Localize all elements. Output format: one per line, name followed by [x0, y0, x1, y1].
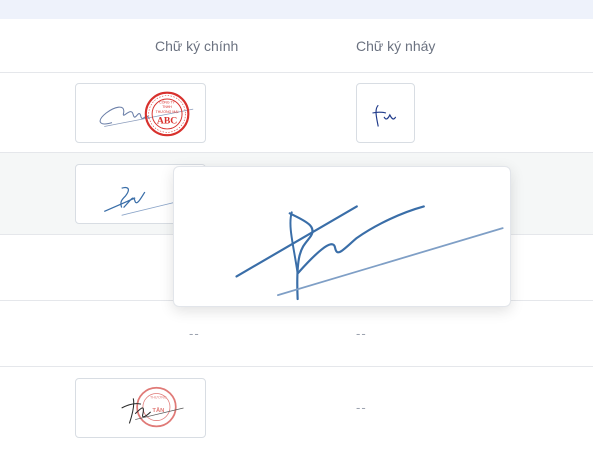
- column-header-initial-signature: Chữ ký nháy: [356, 38, 436, 54]
- initial-signature-image: [372, 104, 397, 127]
- main-signature-thumbnail[interactable]: CÔNG TY TNHH THƯƠNG MẠI ABC: [75, 83, 206, 143]
- signature-with-seal-image: THƯƠNG TÂN: [121, 386, 184, 428]
- seal-text-line3: THƯƠNG MẠI: [156, 110, 179, 114]
- empty-main-signature: --: [189, 326, 200, 341]
- table-row: THƯƠNG TÂN --: [0, 367, 593, 454]
- signature-preview-popover: [173, 166, 511, 307]
- seal-text-line2: TNHH: [162, 105, 172, 109]
- table-row: -- --: [0, 301, 593, 367]
- seal-company-name: ABC: [157, 116, 177, 127]
- empty-initial-signature: --: [356, 400, 367, 415]
- column-header-main-signature: Chữ ký chính: [155, 38, 239, 54]
- initial-signature-thumbnail[interactable]: [356, 83, 415, 143]
- signature-preview-image: [235, 205, 504, 301]
- seal-text-line1: THƯƠNG: [150, 395, 167, 399]
- table-header: Chữ ký chính Chữ ký nháy: [0, 19, 593, 73]
- seal-text-line1: CÔNG TY: [159, 99, 175, 104]
- main-signature-thumbnail[interactable]: THƯƠNG TÂN: [75, 378, 206, 438]
- signature-with-seal-image: CÔNG TY TNHH THƯƠNG MẠI ABC: [99, 91, 194, 137]
- empty-initial-signature: --: [356, 326, 367, 341]
- top-toolbar-strip: [0, 0, 593, 19]
- table-row: CÔNG TY TNHH THƯƠNG MẠI ABC: [0, 73, 593, 153]
